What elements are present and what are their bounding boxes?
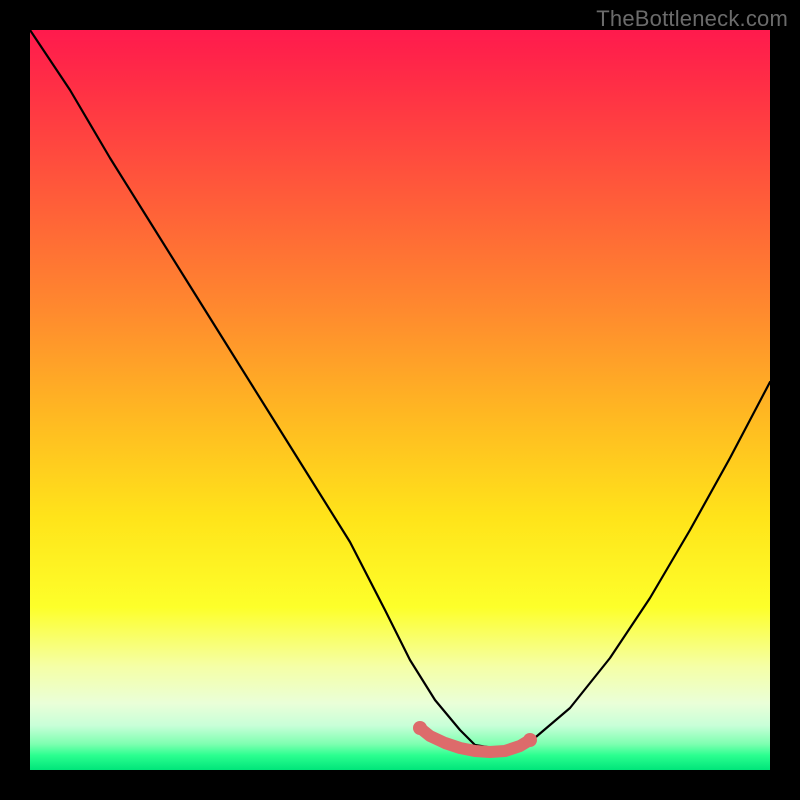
red-marker-segment bbox=[420, 728, 530, 752]
plot-area bbox=[30, 30, 770, 770]
watermark-text: TheBottleneck.com bbox=[596, 6, 788, 32]
chart-frame: TheBottleneck.com bbox=[0, 0, 800, 800]
chart-svg bbox=[30, 30, 770, 770]
bottleneck-curve bbox=[30, 30, 770, 750]
red-marker-start-dot bbox=[413, 721, 427, 735]
red-marker-end-dot bbox=[523, 733, 537, 747]
